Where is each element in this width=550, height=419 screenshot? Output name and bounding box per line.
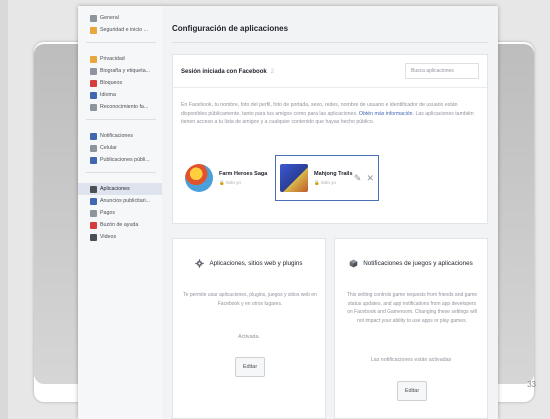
app-name: Mahjong Trails xyxy=(314,170,353,177)
edit-apps-button[interactable]: Editar xyxy=(235,357,265,377)
privacy-lock-icon xyxy=(90,55,97,63)
card-status: Activada. xyxy=(238,334,260,340)
app-actions: ✎ ✕ xyxy=(354,173,374,184)
apps-websites-plugins-card: Aplicaciones, sitios web y plugins Te pe… xyxy=(172,238,326,419)
app-visibility-text: Solo yo xyxy=(225,179,241,185)
sidebar-item[interactable]: Publicaciones públi... xyxy=(78,154,162,166)
sidebar-item-label: Anuncios publicitari... xyxy=(100,198,151,204)
language-icon xyxy=(90,91,97,99)
sidebar-item[interactable]: General xyxy=(78,12,162,24)
game-app-notifications-card: Notificaciones de juegos y aplicaciones … xyxy=(334,238,488,419)
farm-heroes-app-icon xyxy=(185,164,213,192)
sidebar-divider xyxy=(86,172,156,173)
card-description: Te permite usar aplicaciones, plugins, j… xyxy=(183,292,317,307)
facebook-settings-window: General Seguridad e inicio ... Privacidad B… xyxy=(78,6,498,419)
sidebar-item[interactable]: Bloqueos xyxy=(78,77,162,89)
sidebar-group: Aplicaciones Anuncios publicitari... Pagos… xyxy=(78,177,162,243)
puzzle-gear-icon xyxy=(195,259,205,268)
sidebar-item[interactable]: Buzón de ayuda xyxy=(78,219,162,231)
slide-number: 33 xyxy=(527,380,536,389)
session-divider xyxy=(173,87,487,88)
app-visibility: 🔒 Solo yo xyxy=(219,179,241,185)
apps-icon xyxy=(90,185,97,193)
session-title: Sesión iniciada con Facebook 2 xyxy=(181,69,274,75)
app-info: Farm Heroes Saga 🔒 Solo yo xyxy=(219,171,267,186)
title-divider xyxy=(172,42,488,43)
sidebar-item-label: Celular xyxy=(100,145,117,151)
public-posts-icon xyxy=(90,156,97,164)
game-cube-icon xyxy=(349,259,358,268)
app-visibility-text: Solo yo xyxy=(320,179,336,185)
card-status: Las notificaciones están activadas xyxy=(370,357,452,363)
gear-icon xyxy=(90,14,97,22)
sidebar-item[interactable]: Notificaciones xyxy=(78,130,162,142)
session-description: En Facebook, tu nombre, foto del perfil,… xyxy=(181,101,481,127)
sidebar-item[interactable]: Aplicaciones xyxy=(78,183,162,195)
sidebar-item-label: Idioma xyxy=(100,92,116,98)
ads-icon xyxy=(90,197,97,205)
sidebar-item-label: Privacidad xyxy=(100,56,125,62)
card-title: Aplicaciones, sitios web y plugins xyxy=(209,260,303,267)
video-icon xyxy=(90,233,97,241)
card-description: This setting controls game requests from… xyxy=(346,292,478,324)
sidebar-divider xyxy=(86,42,156,43)
sidebar-group: Notificaciones Celular Publicaciones públi… xyxy=(78,124,162,166)
payments-icon xyxy=(90,209,97,217)
app-visibility: 🔒 Solo yo xyxy=(314,179,336,185)
help-inbox-icon xyxy=(90,221,97,229)
face-recognition-icon xyxy=(90,103,97,111)
sidebar-item-label: Publicaciones públi... xyxy=(100,157,150,163)
facebook-login-apps-card: Sesión iniciada con Facebook 2 Busca apli… xyxy=(172,54,488,224)
sidebar-group: Privacidad Biografía y etiqueta... Bloqueo… xyxy=(78,47,162,113)
mobile-icon xyxy=(90,144,97,152)
sidebar-item[interactable]: Reconocimiento fa... xyxy=(78,101,162,113)
sidebar-group: General Seguridad e inicio ... xyxy=(78,6,162,36)
sidebar-item-label: Buzón de ayuda xyxy=(100,222,139,228)
card-header: Notificaciones de juegos y aplicaciones xyxy=(335,259,487,268)
apps-count: 2 xyxy=(270,69,275,75)
edit-pencil-icon[interactable]: ✎ xyxy=(354,173,362,184)
sidebar-item[interactable]: Idioma xyxy=(78,89,162,101)
sidebar-item-label: Notificaciones xyxy=(100,133,133,139)
sidebar-item[interactable]: Biografía y etiqueta... xyxy=(78,65,162,77)
sidebar-item[interactable]: Anuncios publicitari... xyxy=(78,195,162,207)
sidebar-item-label: General xyxy=(100,15,119,21)
card-header: Aplicaciones, sitios web y plugins xyxy=(173,259,325,268)
sidebar-item-label: Videos xyxy=(100,234,117,240)
sidebar-item[interactable]: Seguridad e inicio ... xyxy=(78,24,162,36)
card-title: Notificaciones de juegos y aplicaciones xyxy=(363,260,473,267)
settings-main: Configuración de aplicaciones Sesión ini… xyxy=(162,6,498,419)
sidebar-item-label: Aplicaciones xyxy=(100,186,130,192)
edit-notifications-button[interactable]: Editar xyxy=(397,381,427,401)
app-info: Mahjong Trails 🔒 Solo yo xyxy=(314,171,353,186)
sidebar-item-label: Seguridad e inicio ... xyxy=(100,27,148,33)
sidebar-item[interactable]: Videos xyxy=(78,231,162,243)
lock-badge-icon xyxy=(90,26,97,34)
block-icon xyxy=(90,79,97,87)
app-name: Farm Heroes Saga xyxy=(219,170,268,177)
mahjong-trails-app-icon xyxy=(280,164,308,192)
app-tile-farm-heroes[interactable]: Farm Heroes Saga 🔒 Solo yo xyxy=(181,155,273,201)
search-apps-input[interactable]: Busca aplicaciones xyxy=(405,63,479,79)
session-title-text: Sesión iniciada con Facebook xyxy=(181,69,267,75)
sidebar-item-label: Biografía y etiqueta... xyxy=(100,68,151,74)
sidebar-item[interactable]: Pagos xyxy=(78,207,162,219)
app-tile-mahjong-trails[interactable]: Mahjong Trails 🔒 Solo yo ✎ ✕ xyxy=(275,155,379,201)
settings-sidebar: General Seguridad e inicio ... Privacidad B… xyxy=(78,6,162,419)
sidebar-item-label: Bloqueos xyxy=(100,80,123,86)
globe-icon xyxy=(90,132,97,140)
page-title: Configuración de aplicaciones xyxy=(172,24,289,33)
slide-left-edge xyxy=(0,0,8,419)
timeline-icon xyxy=(90,67,97,75)
remove-app-icon[interactable]: ✕ xyxy=(366,173,374,184)
sidebar-item[interactable]: Privacidad xyxy=(78,53,162,65)
sidebar-item[interactable]: Celular xyxy=(78,142,162,154)
sidebar-item-label: Reconocimiento fa... xyxy=(100,104,149,110)
sidebar-item-label: Pagos xyxy=(100,210,116,216)
sidebar-divider xyxy=(86,119,156,120)
learn-more-link[interactable]: Obtén más información xyxy=(359,111,413,117)
